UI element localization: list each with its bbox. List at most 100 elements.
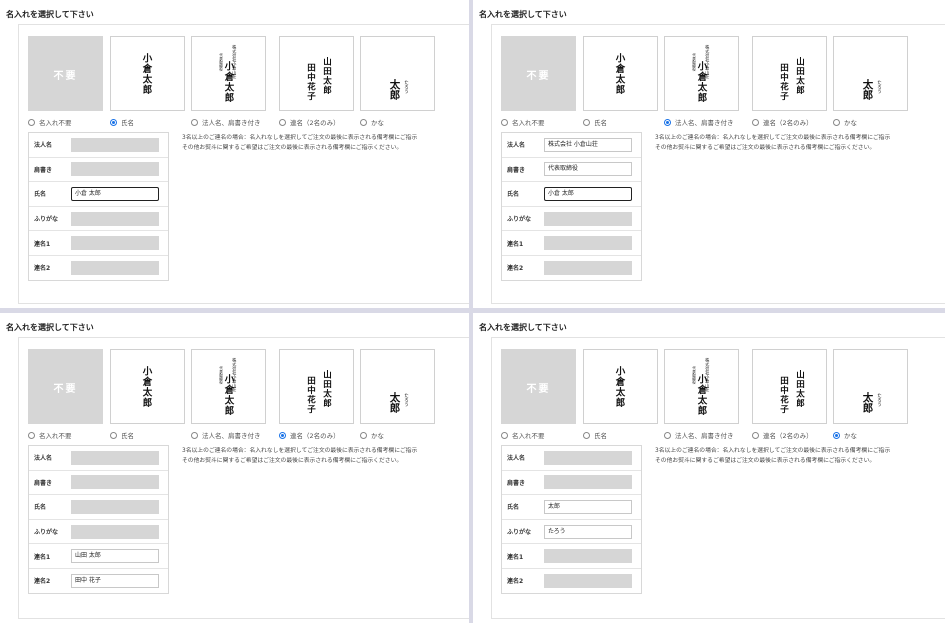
radio-option-0[interactable]: 名入れ不要 xyxy=(28,116,72,128)
radio-option-2[interactable]: 法人名、肩書き付き xyxy=(191,429,261,441)
panel-corporate: 名入れを選択して下さい 不要 小倉太郎 株式会社小倉山荘 代表取締役 小倉太郎 山田太郎 田中… xyxy=(473,0,945,308)
form-input[interactable] xyxy=(544,475,632,490)
radio-option-label: かな xyxy=(371,432,384,440)
form-input[interactable] xyxy=(71,236,159,251)
form-input[interactable]: 株式会社 小倉山荘 xyxy=(544,137,632,152)
radio-dot-icon[interactable] xyxy=(110,118,117,126)
radio-option-4[interactable]: かな xyxy=(833,429,857,441)
form-input[interactable] xyxy=(544,236,632,251)
card-no-name[interactable]: 不要 xyxy=(28,36,103,111)
radio-dot-icon[interactable] xyxy=(279,431,286,439)
form-input[interactable]: 小倉 太郎 xyxy=(544,186,632,201)
radio-option-1[interactable]: 氏名 xyxy=(110,429,134,441)
form-row: 氏名 xyxy=(29,495,168,520)
radio-option-0[interactable]: 名入れ不要 xyxy=(501,429,545,441)
card-joint-names[interactable]: 山田太郎 田中花子 xyxy=(279,349,354,424)
radio-option-1[interactable]: 氏名 xyxy=(110,116,134,128)
form-input[interactable]: 代表取締役 xyxy=(544,162,632,177)
radio-dot-icon[interactable] xyxy=(664,118,671,126)
card-name[interactable]: 小倉太郎 xyxy=(110,349,185,424)
radio-dot-icon[interactable] xyxy=(28,431,35,439)
card-kana[interactable]: 太郎 たろう xyxy=(833,349,908,424)
form-input[interactable]: 太郎 xyxy=(544,499,632,514)
radio-option-label: 氏名 xyxy=(121,119,134,127)
card-corporate[interactable]: 株式会社小倉山荘 代表取締役 小倉太郎 xyxy=(664,349,739,424)
radio-dot-icon[interactable] xyxy=(752,431,759,439)
card-joint-name-1: 山田太郎 xyxy=(794,57,805,95)
radio-dot-icon[interactable] xyxy=(110,431,117,439)
card-joint-name-1: 山田太郎 xyxy=(794,370,805,408)
form-input[interactable] xyxy=(544,211,632,226)
form-input[interactable] xyxy=(71,499,159,514)
form-input[interactable] xyxy=(544,549,632,564)
radio-option-0[interactable]: 名入れ不要 xyxy=(501,116,545,128)
card-no-name[interactable]: 不要 xyxy=(501,349,576,424)
card-kana[interactable]: 太郎 たろう xyxy=(360,36,435,111)
form-input[interactable]: 田中 花子 xyxy=(71,573,159,588)
form-input[interactable]: 小倉 太郎 xyxy=(71,186,159,201)
card-corporate-name: 小倉太郎 xyxy=(695,374,707,416)
radio-dot-icon[interactable] xyxy=(501,118,508,126)
radio-option-1[interactable]: 氏名 xyxy=(583,429,607,441)
form-input[interactable] xyxy=(544,450,632,465)
radio-dot-icon[interactable] xyxy=(360,431,367,439)
form-row: 氏名 太郎 xyxy=(502,495,641,520)
radio-dot-icon[interactable] xyxy=(28,118,35,126)
radio-dot-icon[interactable] xyxy=(191,118,198,126)
radio-option-label: 氏名 xyxy=(121,432,134,440)
form-input[interactable] xyxy=(71,162,159,177)
radio-option-0[interactable]: 名入れ不要 xyxy=(28,429,72,441)
radio-option-2[interactable]: 法人名、肩書き付き xyxy=(191,116,261,128)
card-joint-names[interactable]: 山田太郎 田中花子 xyxy=(752,349,827,424)
radio-option-3[interactable]: 連名（2名のみ） xyxy=(752,429,813,441)
form-input[interactable] xyxy=(544,260,632,275)
radio-dot-icon[interactable] xyxy=(191,431,198,439)
card-no-name[interactable]: 不要 xyxy=(501,36,576,111)
form-input[interactable] xyxy=(71,137,159,152)
radio-option-label: 連名（2名のみ） xyxy=(290,119,340,127)
radio-option-1[interactable]: 氏名 xyxy=(583,116,607,128)
note-line: 3名以上のご連名の場合：名入れなしを選択してご注文の最後に表示される備考欄にご指… xyxy=(182,448,418,454)
form-input[interactable] xyxy=(71,475,159,490)
radio-dot-icon[interactable] xyxy=(752,118,759,126)
card-corporate[interactable]: 株式会社小倉山荘 代表取締役 小倉太郎 xyxy=(191,349,266,424)
card-kana[interactable]: 太郎 たろう xyxy=(833,36,908,111)
radio-option-3[interactable]: 連名（2名のみ） xyxy=(279,429,340,441)
card-name[interactable]: 小倉太郎 xyxy=(110,36,185,111)
card-kana[interactable]: 太郎 たろう xyxy=(360,349,435,424)
form-row: ふりがな たろう xyxy=(502,520,641,545)
form-input[interactable] xyxy=(71,450,159,465)
radio-option-3[interactable]: 連名（2名のみ） xyxy=(279,116,340,128)
card-joint-names[interactable]: 山田太郎 田中花子 xyxy=(279,36,354,111)
form-input[interactable] xyxy=(544,573,632,588)
radio-dot-icon[interactable] xyxy=(583,118,590,126)
card-corporate[interactable]: 株式会社小倉山荘 代表取締役 小倉太郎 xyxy=(191,36,266,111)
radio-option-4[interactable]: かな xyxy=(833,116,857,128)
form-input[interactable] xyxy=(71,260,159,275)
form-input[interactable] xyxy=(71,524,159,539)
card-name-text: 小倉太郎 xyxy=(140,53,152,95)
radio-option-3[interactable]: 連名（2名のみ） xyxy=(752,116,813,128)
form-input[interactable] xyxy=(71,211,159,226)
form-input[interactable]: 山田 太郎 xyxy=(71,549,159,564)
radio-option-4[interactable]: かな xyxy=(360,429,384,441)
radio-option-4[interactable]: かな xyxy=(360,116,384,128)
radio-dot-icon[interactable] xyxy=(501,431,508,439)
form-row: 連名1 xyxy=(502,544,641,569)
radio-dot-icon[interactable] xyxy=(664,431,671,439)
radio-dot-icon[interactable] xyxy=(833,431,840,439)
card-name[interactable]: 小倉太郎 xyxy=(583,349,658,424)
form-field-label: 連名2 xyxy=(34,265,51,273)
card-name[interactable]: 小倉太郎 xyxy=(583,36,658,111)
radio-option-2[interactable]: 法人名、肩書き付き xyxy=(664,429,734,441)
card-corporate[interactable]: 株式会社小倉山荘 代表取締役 小倉太郎 xyxy=(664,36,739,111)
radio-dot-icon[interactable] xyxy=(360,118,367,126)
card-no-name[interactable]: 不要 xyxy=(28,349,103,424)
radio-option-2[interactable]: 法人名、肩書き付き xyxy=(664,116,734,128)
radio-dot-icon[interactable] xyxy=(583,431,590,439)
note-line: その他お熨斗に関するご希望はご注文の最後に表示される備考欄にご指示ください。 xyxy=(182,457,403,464)
radio-dot-icon[interactable] xyxy=(279,118,286,126)
card-joint-names[interactable]: 山田太郎 田中花子 xyxy=(752,36,827,111)
radio-dot-icon[interactable] xyxy=(833,118,840,126)
form-input[interactable]: たろう xyxy=(544,524,632,539)
